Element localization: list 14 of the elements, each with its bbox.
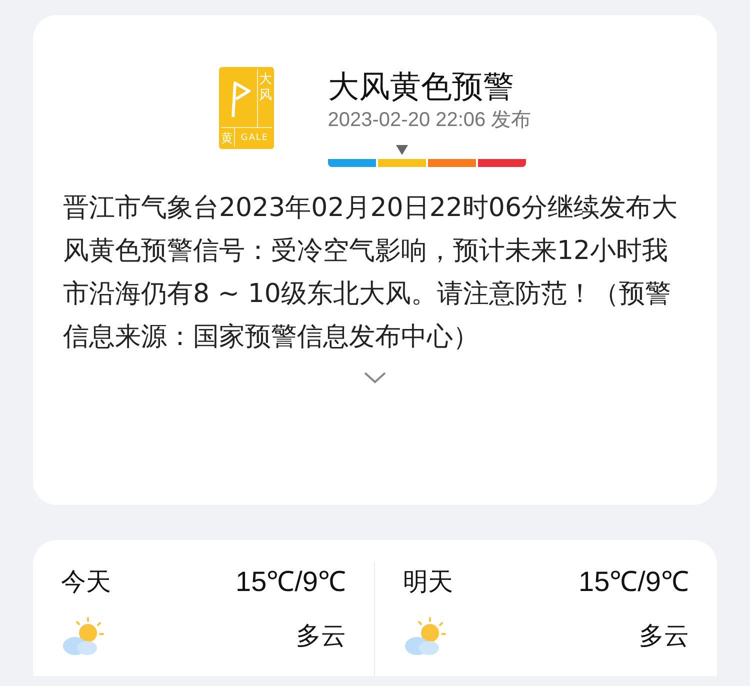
partly-cloudy-icon <box>61 616 107 656</box>
warning-badge-icon: 大风 黄 GALE <box>218 67 274 149</box>
forecast-temperature: 15℃/9℃ <box>578 565 689 599</box>
warning-message: 晋江市气象台2023年02月20日22时06分继续发布大风黄色预警信号：受冷空气影响，预计未来12小时我市沿海仍有8 ~ 10级东北大风。请注意防范！（预警信息来源：国家预警信息发布中心） <box>63 192 679 354</box>
forecast-temperature: 15℃/9℃ <box>236 565 346 599</box>
level-pointer-icon <box>396 145 408 155</box>
forecast-day: 今天 <box>61 562 111 602</box>
warning-title: 大风黄色预警 <box>328 68 515 107</box>
warning-time: 2023-02-20 22:06 发布 <box>328 108 532 133</box>
forecast-condition: 多云 <box>639 620 689 652</box>
forecast-condition: 多云 <box>296 620 346 652</box>
partly-cloudy-icon <box>403 616 449 656</box>
chevron-down-icon[interactable] <box>363 371 387 385</box>
forecast-day: 明天 <box>403 562 453 602</box>
